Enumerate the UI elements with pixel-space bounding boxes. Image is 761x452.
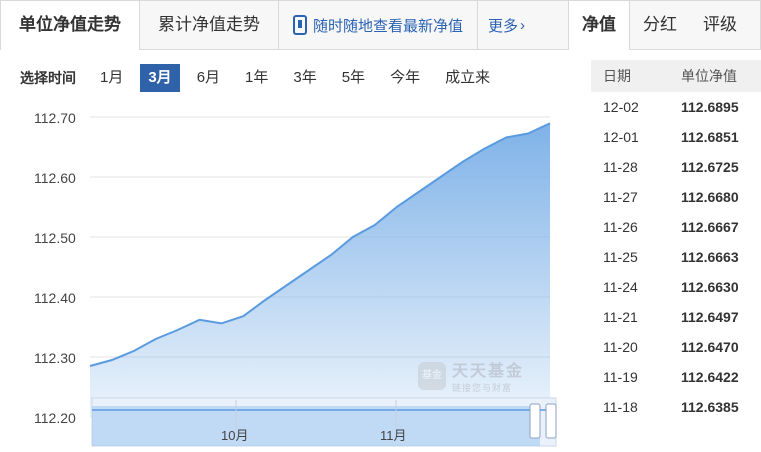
x-tick-label: 11月 [380,428,407,443]
watermark-logo: 基金 [418,361,446,390]
navigator-right-handle[interactable] [545,403,557,439]
row-unit-nav: 112.6663 [681,249,739,265]
table-row: 11-19 112.6422 [591,362,761,392]
row-unit-nav: 112.6680 [681,189,739,205]
table-row: 11-26 112.6667 [591,212,761,242]
table-row: 11-24 112.6630 [591,272,761,302]
data-tabs: 净值 分红 评级 [568,0,761,50]
table-row: 11-18 112.6385 [591,392,761,422]
watermark: 基金 天天基金 链接您与财富 [418,357,524,394]
row-date: 11-20 [603,339,638,355]
row-date: 11-25 [603,249,638,265]
x-tick-label: 10月 [221,428,249,443]
y-tick-label: 112.40 [34,290,76,306]
row-unit-nav: 112.6725 [681,159,739,175]
navigator-left-handle[interactable] [529,403,541,439]
y-tick-label: 112.50 [34,230,76,246]
table-row: 12-01 112.6851 [591,122,761,152]
row-date: 11-21 [603,309,638,325]
y-tick-label: 112.60 [34,170,76,186]
nav-table-header: 日期 单位净值 [591,60,761,92]
row-date: 11-19 [603,369,638,385]
row-date: 11-27 [603,189,638,205]
row-date: 12-01 [603,129,639,145]
watermark-subtitle: 链接您与财富 [452,383,513,393]
row-unit-nav: 112.6895 [681,99,739,115]
row-date: 11-24 [603,279,638,295]
table-row: 11-20 112.6470 [591,332,761,362]
table-row: 12-02 112.6895 [591,92,761,122]
nav-table: 日期 单位净值 12-02 112.6895 12-01 112.6851 11-28 1… [591,60,761,422]
row-unit-nav: 112.6422 [681,369,739,385]
row-unit-nav: 112.6385 [681,399,739,415]
row-date: 11-26 [603,219,638,235]
tab-rating[interactable]: 评级 [690,1,750,49]
row-unit-nav: 112.6470 [681,339,739,355]
header-date: 日期 [603,68,631,84]
row-date: 11-28 [603,159,638,175]
y-tick-label: 112.30 [34,350,76,366]
row-unit-nav: 112.6667 [681,219,739,235]
table-row: 11-27 112.6680 [591,182,761,212]
row-unit-nav: 112.6497 [681,309,739,325]
header-unit-nav: 单位净值 [681,68,737,84]
table-row: 11-21 112.6497 [591,302,761,332]
row-date: 11-18 [603,399,638,415]
tab-nav[interactable]: 净值 [569,1,630,50]
table-row: 11-25 112.6663 [591,242,761,272]
tab-dividend[interactable]: 分红 [630,1,690,49]
y-tick-label: 112.70 [34,110,76,126]
y-tick-label: 112.20 [34,410,76,426]
table-row: 11-28 112.6725 [591,152,761,182]
row-date: 12-02 [603,99,639,115]
navigator-selection[interactable] [92,406,540,446]
row-unit-nav: 112.6630 [681,279,739,295]
watermark-title: 天天基金 [452,363,525,380]
row-unit-nav: 112.6851 [681,129,739,145]
